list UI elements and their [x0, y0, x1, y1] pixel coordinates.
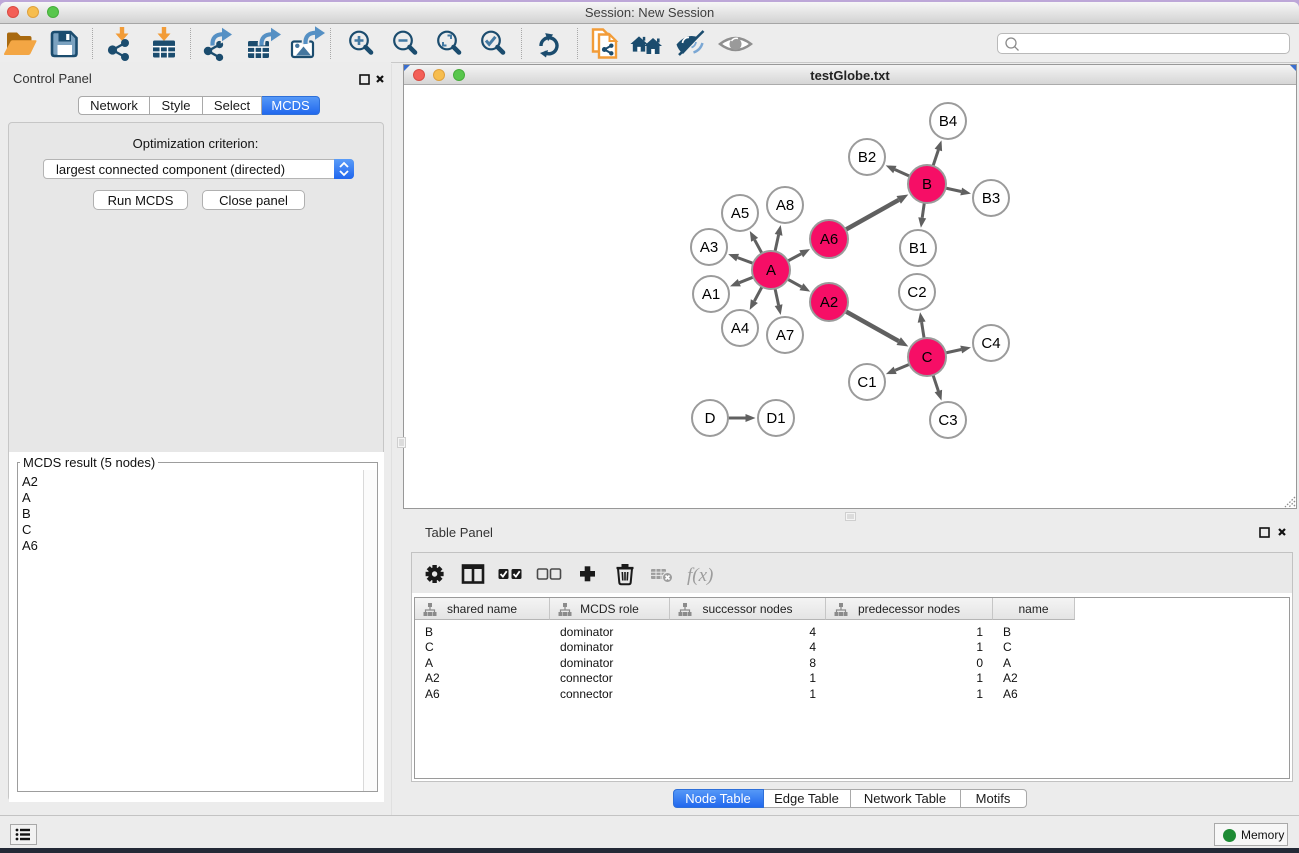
svg-text:A3: A3 [700, 239, 718, 256]
svg-text:D: D [705, 410, 716, 427]
svg-text:B4: B4 [939, 113, 957, 130]
svg-text:A8: A8 [776, 197, 794, 214]
svg-text:A5: A5 [731, 205, 749, 222]
svg-text:B1: B1 [909, 240, 927, 257]
svg-text:C1: C1 [857, 374, 876, 391]
svg-text:B3: B3 [982, 190, 1000, 207]
svg-text:A1: A1 [702, 286, 720, 303]
svg-text:A7: A7 [776, 327, 794, 344]
svg-text:D1: D1 [766, 410, 785, 427]
svg-text:A2: A2 [820, 294, 838, 311]
svg-text:C: C [922, 349, 933, 366]
svg-text:A: A [766, 262, 776, 279]
svg-text:A4: A4 [731, 320, 749, 337]
svg-text:f(x): f(x) [687, 565, 713, 586]
svg-text:C2: C2 [907, 284, 926, 301]
svg-text:A6: A6 [820, 231, 838, 248]
svg-text:B: B [922, 176, 932, 193]
svg-text:B2: B2 [858, 149, 876, 166]
svg-text:C3: C3 [938, 412, 957, 429]
svg-text:C4: C4 [981, 335, 1000, 352]
